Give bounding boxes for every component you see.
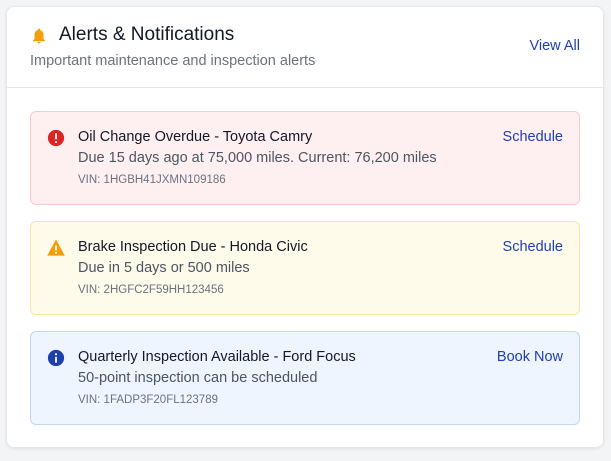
alert-item-oil-change: Oil Change Overdue - Toyota Camry Due 15… — [30, 111, 580, 205]
alert-description: Due in 5 days or 500 miles — [78, 260, 250, 276]
card-title: Alerts & Notifications — [59, 24, 235, 45]
alert-title: Quarterly Inspection Available - Ford Fo… — [78, 349, 356, 365]
alert-item-quarterly-inspection: Quarterly Inspection Available - Ford Fo… — [30, 331, 580, 425]
bell-icon — [30, 27, 48, 45]
alert-description: Due 15 days ago at 75,000 miles. Current… — [78, 150, 437, 166]
alert-item-brake-inspection: Brake Inspection Due - Honda Civic Due i… — [30, 221, 580, 315]
alert-title: Brake Inspection Due - Honda Civic — [78, 239, 308, 255]
alerts-card: Alerts & Notifications Important mainten… — [6, 6, 604, 448]
warning-triangle-icon — [47, 239, 65, 257]
card-subtitle: Important maintenance and inspection ale… — [30, 53, 316, 69]
schedule-button[interactable]: Schedule — [503, 129, 563, 145]
book-now-button[interactable]: Book Now — [497, 349, 563, 365]
card-header: Alerts & Notifications Important mainten… — [7, 7, 603, 88]
alert-title: Oil Change Overdue - Toyota Camry — [78, 129, 313, 145]
alert-description: 50-point inspection can be scheduled — [78, 370, 318, 386]
exclamation-circle-icon — [47, 129, 65, 147]
alert-vin: VIN: 2HGFC2F59HH123456 — [78, 284, 224, 296]
alert-vin: VIN: 1FADP3F20FL123789 — [78, 394, 218, 406]
view-all-link[interactable]: View All — [529, 38, 580, 54]
alert-vin: VIN: 1HGBH41JXMN109186 — [78, 174, 226, 186]
info-circle-icon — [47, 349, 65, 367]
schedule-button[interactable]: Schedule — [503, 239, 563, 255]
